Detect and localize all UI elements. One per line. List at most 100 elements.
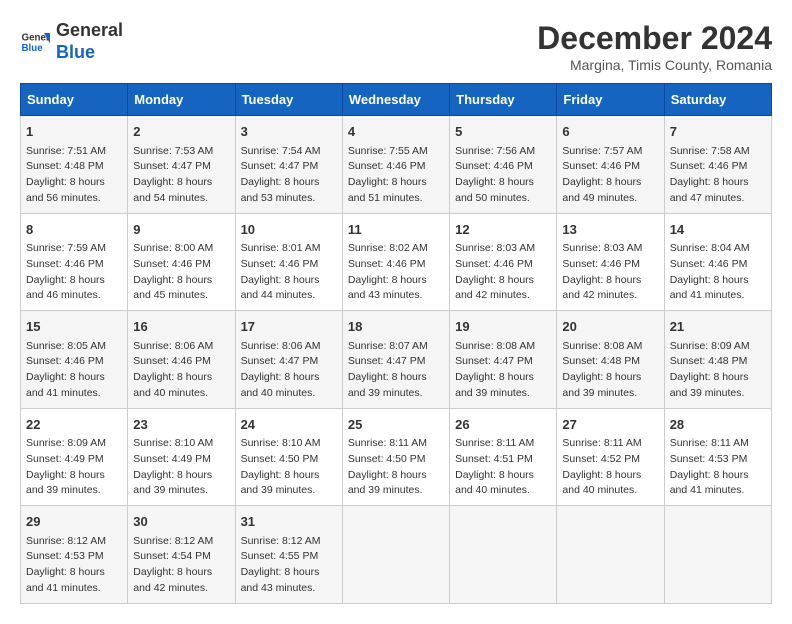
calendar-cell	[557, 506, 664, 604]
day-number: 2	[133, 122, 229, 142]
calendar-table: SundayMondayTuesdayWednesdayThursdayFrid…	[20, 83, 772, 604]
day-number: 30	[133, 512, 229, 532]
title-block: December 2024 Margina, Timis County, Rom…	[537, 20, 772, 73]
calendar-cell: 8Sunrise: 7:59 AM Sunset: 4:46 PM Daylig…	[21, 213, 128, 311]
svg-text:Blue: Blue	[22, 43, 44, 54]
calendar-cell: 5Sunrise: 7:56 AM Sunset: 4:46 PM Daylig…	[450, 116, 557, 214]
day-info: Sunrise: 7:59 AM Sunset: 4:46 PM Dayligh…	[26, 241, 122, 304]
day-info: Sunrise: 8:03 AM Sunset: 4:46 PM Dayligh…	[455, 241, 551, 304]
day-number: 19	[455, 317, 551, 337]
calendar-cell: 17Sunrise: 8:06 AM Sunset: 4:47 PM Dayli…	[235, 311, 342, 409]
calendar-cell: 14Sunrise: 8:04 AM Sunset: 4:46 PM Dayli…	[664, 213, 771, 311]
day-info: Sunrise: 8:12 AM Sunset: 4:54 PM Dayligh…	[133, 534, 229, 597]
day-info: Sunrise: 8:09 AM Sunset: 4:49 PM Dayligh…	[26, 436, 122, 499]
day-info: Sunrise: 8:08 AM Sunset: 4:48 PM Dayligh…	[562, 339, 658, 402]
day-number: 14	[670, 220, 766, 240]
day-number: 4	[348, 122, 444, 142]
day-number: 27	[562, 415, 658, 435]
day-info: Sunrise: 8:06 AM Sunset: 4:46 PM Dayligh…	[133, 339, 229, 402]
calendar-cell: 29Sunrise: 8:12 AM Sunset: 4:53 PM Dayli…	[21, 506, 128, 604]
weekday-header: Wednesday	[342, 84, 449, 116]
calendar-cell: 15Sunrise: 8:05 AM Sunset: 4:46 PM Dayli…	[21, 311, 128, 409]
day-number: 15	[26, 317, 122, 337]
weekday-header: Tuesday	[235, 84, 342, 116]
calendar-week-row: 29Sunrise: 8:12 AM Sunset: 4:53 PM Dayli…	[21, 506, 772, 604]
day-number: 29	[26, 512, 122, 532]
day-number: 10	[241, 220, 337, 240]
calendar-cell: 25Sunrise: 8:11 AM Sunset: 4:50 PM Dayli…	[342, 408, 449, 506]
day-number: 24	[241, 415, 337, 435]
calendar-cell: 18Sunrise: 8:07 AM Sunset: 4:47 PM Dayli…	[342, 311, 449, 409]
day-info: Sunrise: 8:11 AM Sunset: 4:53 PM Dayligh…	[670, 436, 766, 499]
day-number: 23	[133, 415, 229, 435]
calendar-cell: 3Sunrise: 7:54 AM Sunset: 4:47 PM Daylig…	[235, 116, 342, 214]
logo-icon: General Blue	[20, 27, 50, 57]
page-header: General Blue General Blue December 2024 …	[20, 20, 772, 73]
day-info: Sunrise: 7:58 AM Sunset: 4:46 PM Dayligh…	[670, 144, 766, 207]
day-info: Sunrise: 8:04 AM Sunset: 4:46 PM Dayligh…	[670, 241, 766, 304]
day-info: Sunrise: 8:02 AM Sunset: 4:46 PM Dayligh…	[348, 241, 444, 304]
day-info: Sunrise: 7:51 AM Sunset: 4:48 PM Dayligh…	[26, 144, 122, 207]
calendar-cell: 22Sunrise: 8:09 AM Sunset: 4:49 PM Dayli…	[21, 408, 128, 506]
day-info: Sunrise: 7:55 AM Sunset: 4:46 PM Dayligh…	[348, 144, 444, 207]
day-info: Sunrise: 8:03 AM Sunset: 4:46 PM Dayligh…	[562, 241, 658, 304]
day-info: Sunrise: 8:09 AM Sunset: 4:48 PM Dayligh…	[670, 339, 766, 402]
calendar-cell: 30Sunrise: 8:12 AM Sunset: 4:54 PM Dayli…	[128, 506, 235, 604]
day-number: 18	[348, 317, 444, 337]
weekday-header-row: SundayMondayTuesdayWednesdayThursdayFrid…	[21, 84, 772, 116]
day-number: 13	[562, 220, 658, 240]
calendar-cell: 28Sunrise: 8:11 AM Sunset: 4:53 PM Dayli…	[664, 408, 771, 506]
calendar-week-row: 15Sunrise: 8:05 AM Sunset: 4:46 PM Dayli…	[21, 311, 772, 409]
calendar-cell: 9Sunrise: 8:00 AM Sunset: 4:46 PM Daylig…	[128, 213, 235, 311]
day-number: 5	[455, 122, 551, 142]
day-info: Sunrise: 8:06 AM Sunset: 4:47 PM Dayligh…	[241, 339, 337, 402]
calendar-cell: 24Sunrise: 8:10 AM Sunset: 4:50 PM Dayli…	[235, 408, 342, 506]
month-title: December 2024	[537, 20, 772, 57]
calendar-week-row: 1Sunrise: 7:51 AM Sunset: 4:48 PM Daylig…	[21, 116, 772, 214]
calendar-cell: 7Sunrise: 7:58 AM Sunset: 4:46 PM Daylig…	[664, 116, 771, 214]
day-info: Sunrise: 8:10 AM Sunset: 4:50 PM Dayligh…	[241, 436, 337, 499]
day-number: 7	[670, 122, 766, 142]
day-number: 20	[562, 317, 658, 337]
day-number: 31	[241, 512, 337, 532]
day-number: 16	[133, 317, 229, 337]
calendar-cell: 2Sunrise: 7:53 AM Sunset: 4:47 PM Daylig…	[128, 116, 235, 214]
calendar-cell: 23Sunrise: 8:10 AM Sunset: 4:49 PM Dayli…	[128, 408, 235, 506]
calendar-cell: 26Sunrise: 8:11 AM Sunset: 4:51 PM Dayli…	[450, 408, 557, 506]
day-info: Sunrise: 8:11 AM Sunset: 4:51 PM Dayligh…	[455, 436, 551, 499]
calendar-cell: 21Sunrise: 8:09 AM Sunset: 4:48 PM Dayli…	[664, 311, 771, 409]
calendar-cell: 11Sunrise: 8:02 AM Sunset: 4:46 PM Dayli…	[342, 213, 449, 311]
calendar-cell	[664, 506, 771, 604]
day-number: 25	[348, 415, 444, 435]
calendar-cell: 6Sunrise: 7:57 AM Sunset: 4:46 PM Daylig…	[557, 116, 664, 214]
weekday-header: Saturday	[664, 84, 771, 116]
day-number: 3	[241, 122, 337, 142]
day-number: 8	[26, 220, 122, 240]
day-info: Sunrise: 7:56 AM Sunset: 4:46 PM Dayligh…	[455, 144, 551, 207]
day-info: Sunrise: 8:08 AM Sunset: 4:47 PM Dayligh…	[455, 339, 551, 402]
calendar-cell: 13Sunrise: 8:03 AM Sunset: 4:46 PM Dayli…	[557, 213, 664, 311]
day-info: Sunrise: 8:12 AM Sunset: 4:55 PM Dayligh…	[241, 534, 337, 597]
logo: General Blue General Blue	[20, 20, 123, 63]
day-number: 12	[455, 220, 551, 240]
weekday-header: Monday	[128, 84, 235, 116]
calendar-cell: 27Sunrise: 8:11 AM Sunset: 4:52 PM Dayli…	[557, 408, 664, 506]
calendar-cell: 4Sunrise: 7:55 AM Sunset: 4:46 PM Daylig…	[342, 116, 449, 214]
day-info: Sunrise: 8:12 AM Sunset: 4:53 PM Dayligh…	[26, 534, 122, 597]
calendar-cell: 1Sunrise: 7:51 AM Sunset: 4:48 PM Daylig…	[21, 116, 128, 214]
calendar-week-row: 8Sunrise: 7:59 AM Sunset: 4:46 PM Daylig…	[21, 213, 772, 311]
day-info: Sunrise: 8:01 AM Sunset: 4:46 PM Dayligh…	[241, 241, 337, 304]
calendar-cell: 19Sunrise: 8:08 AM Sunset: 4:47 PM Dayli…	[450, 311, 557, 409]
calendar-cell: 16Sunrise: 8:06 AM Sunset: 4:46 PM Dayli…	[128, 311, 235, 409]
day-info: Sunrise: 8:10 AM Sunset: 4:49 PM Dayligh…	[133, 436, 229, 499]
day-number: 17	[241, 317, 337, 337]
day-number: 11	[348, 220, 444, 240]
calendar-cell	[450, 506, 557, 604]
calendar-cell: 10Sunrise: 8:01 AM Sunset: 4:46 PM Dayli…	[235, 213, 342, 311]
day-number: 28	[670, 415, 766, 435]
weekday-header: Sunday	[21, 84, 128, 116]
day-info: Sunrise: 8:11 AM Sunset: 4:50 PM Dayligh…	[348, 436, 444, 499]
location-subtitle: Margina, Timis County, Romania	[537, 57, 772, 73]
calendar-week-row: 22Sunrise: 8:09 AM Sunset: 4:49 PM Dayli…	[21, 408, 772, 506]
logo-line2: Blue	[56, 42, 123, 64]
